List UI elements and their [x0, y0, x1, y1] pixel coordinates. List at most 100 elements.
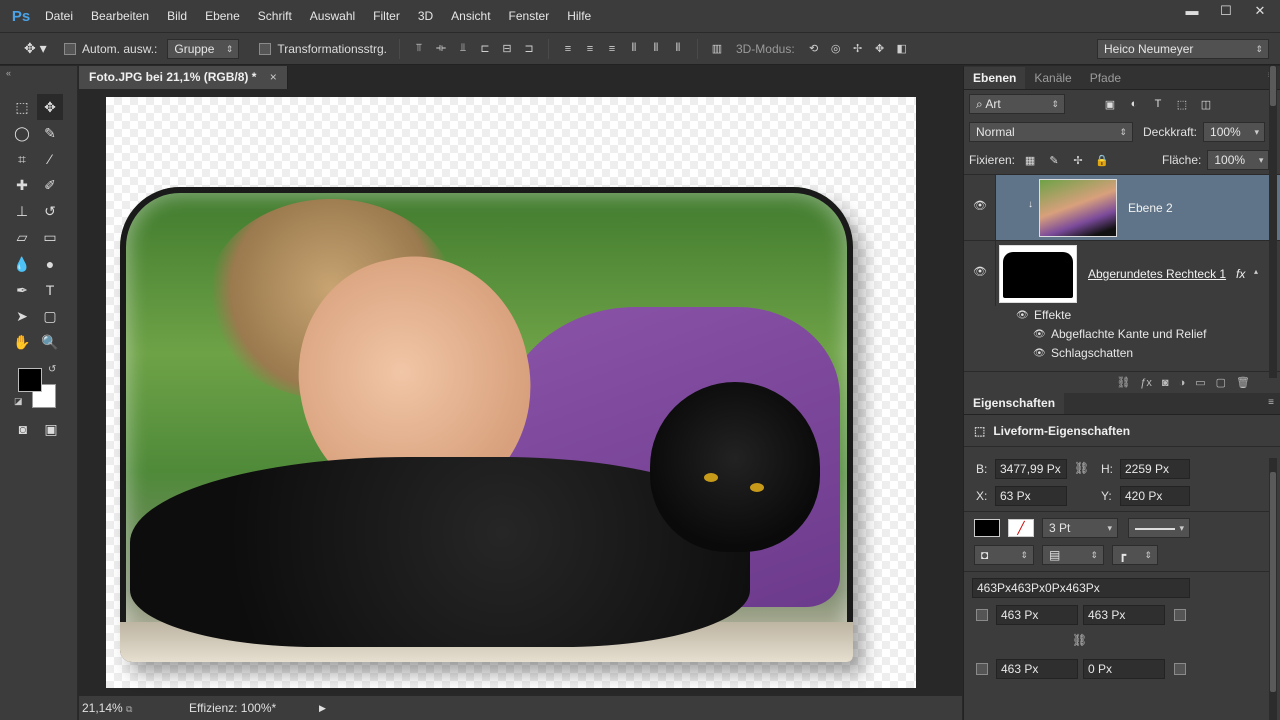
layer-row-rounded-rect[interactable]: 👁 Abgerundetes Rechteck 1 fx ▴	[964, 240, 1280, 306]
distribute-top-icon[interactable]: ≡	[557, 40, 579, 58]
delete-layer-icon[interactable]: 🗑	[1236, 376, 1250, 389]
3d-slide-icon[interactable]: ✥	[869, 40, 891, 58]
y-field[interactable]: 420 Px	[1120, 486, 1190, 506]
align-top-icon[interactable]: ⫪	[408, 40, 430, 58]
distribute-right-icon[interactable]: ⦀	[667, 40, 689, 58]
tab-ebenen[interactable]: Ebenen	[964, 67, 1026, 89]
align-vcenter-icon[interactable]: ⟛	[430, 40, 452, 58]
stroke-align-dropdown[interactable]: ◘ ⇕	[974, 545, 1034, 565]
x-field[interactable]: 63 Px	[995, 486, 1067, 506]
menu-bild[interactable]: Bild	[158, 0, 196, 33]
effect-drop-shadow[interactable]: 👁 Schlagschatten	[964, 344, 1280, 363]
visibility-eye-icon[interactable]: 👁	[973, 199, 987, 212]
eraser-tool-icon[interactable]: ▱	[9, 225, 35, 251]
default-colors-icon[interactable]: ◪	[14, 396, 23, 407]
auto-align-icon[interactable]: ▥	[706, 40, 728, 58]
visibility-eye-icon[interactable]: 👁	[1033, 344, 1046, 363]
menu-schrift[interactable]: Schrift	[249, 0, 301, 33]
brush-tool-icon[interactable]: ✐	[37, 173, 63, 199]
properties-scrollbar[interactable]	[1269, 458, 1277, 720]
visibility-eye-icon[interactable]: 👁	[973, 265, 987, 278]
properties-scroll-thumb[interactable]	[1270, 472, 1276, 692]
menu-datei[interactable]: Datei	[36, 0, 82, 33]
new-group-icon[interactable]: ▭	[1195, 376, 1205, 389]
screen-mode-icon[interactable]: ▣	[38, 416, 64, 442]
tab-kanaele[interactable]: Kanäle	[1025, 67, 1080, 89]
minimize-button[interactable]: ▬	[1184, 0, 1200, 22]
layer-row-ebene-2[interactable]: 👁 ↓ Ebene 2	[964, 174, 1280, 240]
fill-color-swatch[interactable]	[974, 519, 1000, 537]
swap-colors-icon[interactable]: ↺	[48, 364, 56, 375]
effect-bevel-emboss[interactable]: 👁 Abgeflachte Kante und Relief	[964, 325, 1280, 344]
lock-all-icon[interactable]: 🔒	[1093, 152, 1111, 168]
width-field[interactable]: 3477,99 Px	[995, 459, 1067, 479]
transform-controls-checkbox[interactable]	[259, 42, 272, 55]
zoom-tool-icon[interactable]: 🔍	[37, 330, 63, 356]
align-hcenter-icon[interactable]: ⊟	[496, 40, 518, 58]
visibility-eye-icon[interactable]: 👁	[1033, 325, 1046, 344]
visibility-eye-icon[interactable]: 👁	[1016, 306, 1029, 325]
menu-ebene[interactable]: Ebene	[196, 0, 249, 33]
corner-bottom-left-field[interactable]: 463 Px	[996, 659, 1078, 679]
canvas[interactable]	[106, 97, 916, 688]
filter-shape-icon[interactable]: ⬚	[1173, 96, 1191, 112]
panel-menu-icon[interactable]: ≡	[1268, 397, 1274, 408]
gradient-tool-icon[interactable]: ▭	[37, 225, 63, 251]
pen-tool-icon[interactable]: ✒	[9, 278, 35, 304]
new-layer-icon[interactable]: ▢	[1216, 376, 1226, 389]
zoom-level[interactable]: 21,14% ⧉	[82, 701, 172, 715]
close-tab-icon[interactable]: ×	[270, 70, 277, 84]
3d-rotate-icon[interactable]: ⟲	[803, 40, 825, 58]
align-bottom-icon[interactable]: ⫫	[452, 40, 474, 58]
shape-tool-icon[interactable]: ▢	[37, 304, 63, 330]
menu-3d[interactable]: 3D	[409, 0, 442, 33]
menu-hilfe[interactable]: Hilfe	[558, 0, 600, 33]
move-tool-icon[interactable]: ✥	[37, 94, 63, 120]
layer-name[interactable]: Ebene 2	[1128, 175, 1173, 241]
healing-brush-tool-icon[interactable]: ✚	[9, 173, 35, 199]
layers-scrollbar[interactable]	[1269, 66, 1277, 378]
menu-fenster[interactable]: Fenster	[500, 0, 559, 33]
distribute-hcenter-icon[interactable]: ⦀	[645, 40, 667, 58]
lasso-tool-icon[interactable]: ◯	[9, 120, 35, 146]
link-layers-icon[interactable]: ⛓	[1116, 376, 1130, 389]
fx-icon[interactable]: fx	[1236, 241, 1245, 307]
corner-top-left-field[interactable]: 463 Px	[996, 605, 1078, 625]
distribute-bottom-icon[interactable]: ≡	[601, 40, 623, 58]
align-left-icon[interactable]: ⊏	[474, 40, 496, 58]
path-select-tool-icon[interactable]: ➤	[9, 304, 35, 330]
filter-pixel-icon[interactable]: ▣	[1101, 96, 1119, 112]
history-brush-tool-icon[interactable]: ↺	[37, 199, 63, 225]
tab-pfade[interactable]: Pfade	[1081, 67, 1130, 89]
align-right-icon[interactable]: ⊐	[518, 40, 540, 58]
distribute-vcenter-icon[interactable]: ≡	[579, 40, 601, 58]
add-mask-icon[interactable]: ◙	[1162, 377, 1169, 389]
fill-field[interactable]: 100% ▾	[1207, 150, 1270, 170]
layers-scroll-thumb[interactable]	[1270, 66, 1276, 106]
3d-pan-icon[interactable]: ✢	[847, 40, 869, 58]
stroke-type-dropdown[interactable]: ▾	[1128, 518, 1190, 538]
menu-bearbeiten[interactable]: Bearbeiten	[82, 0, 158, 33]
blend-mode-dropdown[interactable]: Normal ⇕	[969, 122, 1133, 142]
3d-scale-icon[interactable]: ◧	[891, 40, 913, 58]
corner-top-right-field[interactable]: 463 Px	[1083, 605, 1165, 625]
stroke-color-swatch[interactable]: ╱	[1008, 519, 1034, 537]
link-dimensions-icon[interactable]: ⛓	[1074, 461, 1089, 475]
add-style-icon[interactable]: ƒx	[1140, 377, 1152, 389]
menu-auswahl[interactable]: Auswahl	[301, 0, 364, 33]
lock-transparency-icon[interactable]: ▦	[1021, 152, 1039, 168]
corner-radius-summary[interactable]: 463Px463Px0Px463Px	[972, 578, 1190, 598]
marquee-tool-icon[interactable]: ⬚	[9, 94, 35, 120]
adjustment-layer-icon[interactable]: ◑	[1179, 377, 1186, 389]
auto-select-dropdown[interactable]: Gruppe ⇕	[167, 38, 240, 59]
maximize-button[interactable]: ☐	[1218, 0, 1234, 22]
close-button[interactable]: ✕	[1252, 0, 1268, 22]
height-field[interactable]: 2259 Px	[1120, 459, 1190, 479]
lock-position-icon[interactable]: ✢	[1069, 152, 1087, 168]
quick-mask-icon[interactable]: ◙	[10, 416, 36, 442]
crop-tool-icon[interactable]: ⌗	[9, 147, 35, 173]
auto-select-checkbox[interactable]	[64, 42, 76, 55]
stroke-corners-dropdown[interactable]: ┏ ⇕	[1112, 545, 1158, 565]
opacity-field[interactable]: 100% ▾	[1203, 122, 1266, 142]
distribute-left-icon[interactable]: ⦀	[623, 40, 645, 58]
